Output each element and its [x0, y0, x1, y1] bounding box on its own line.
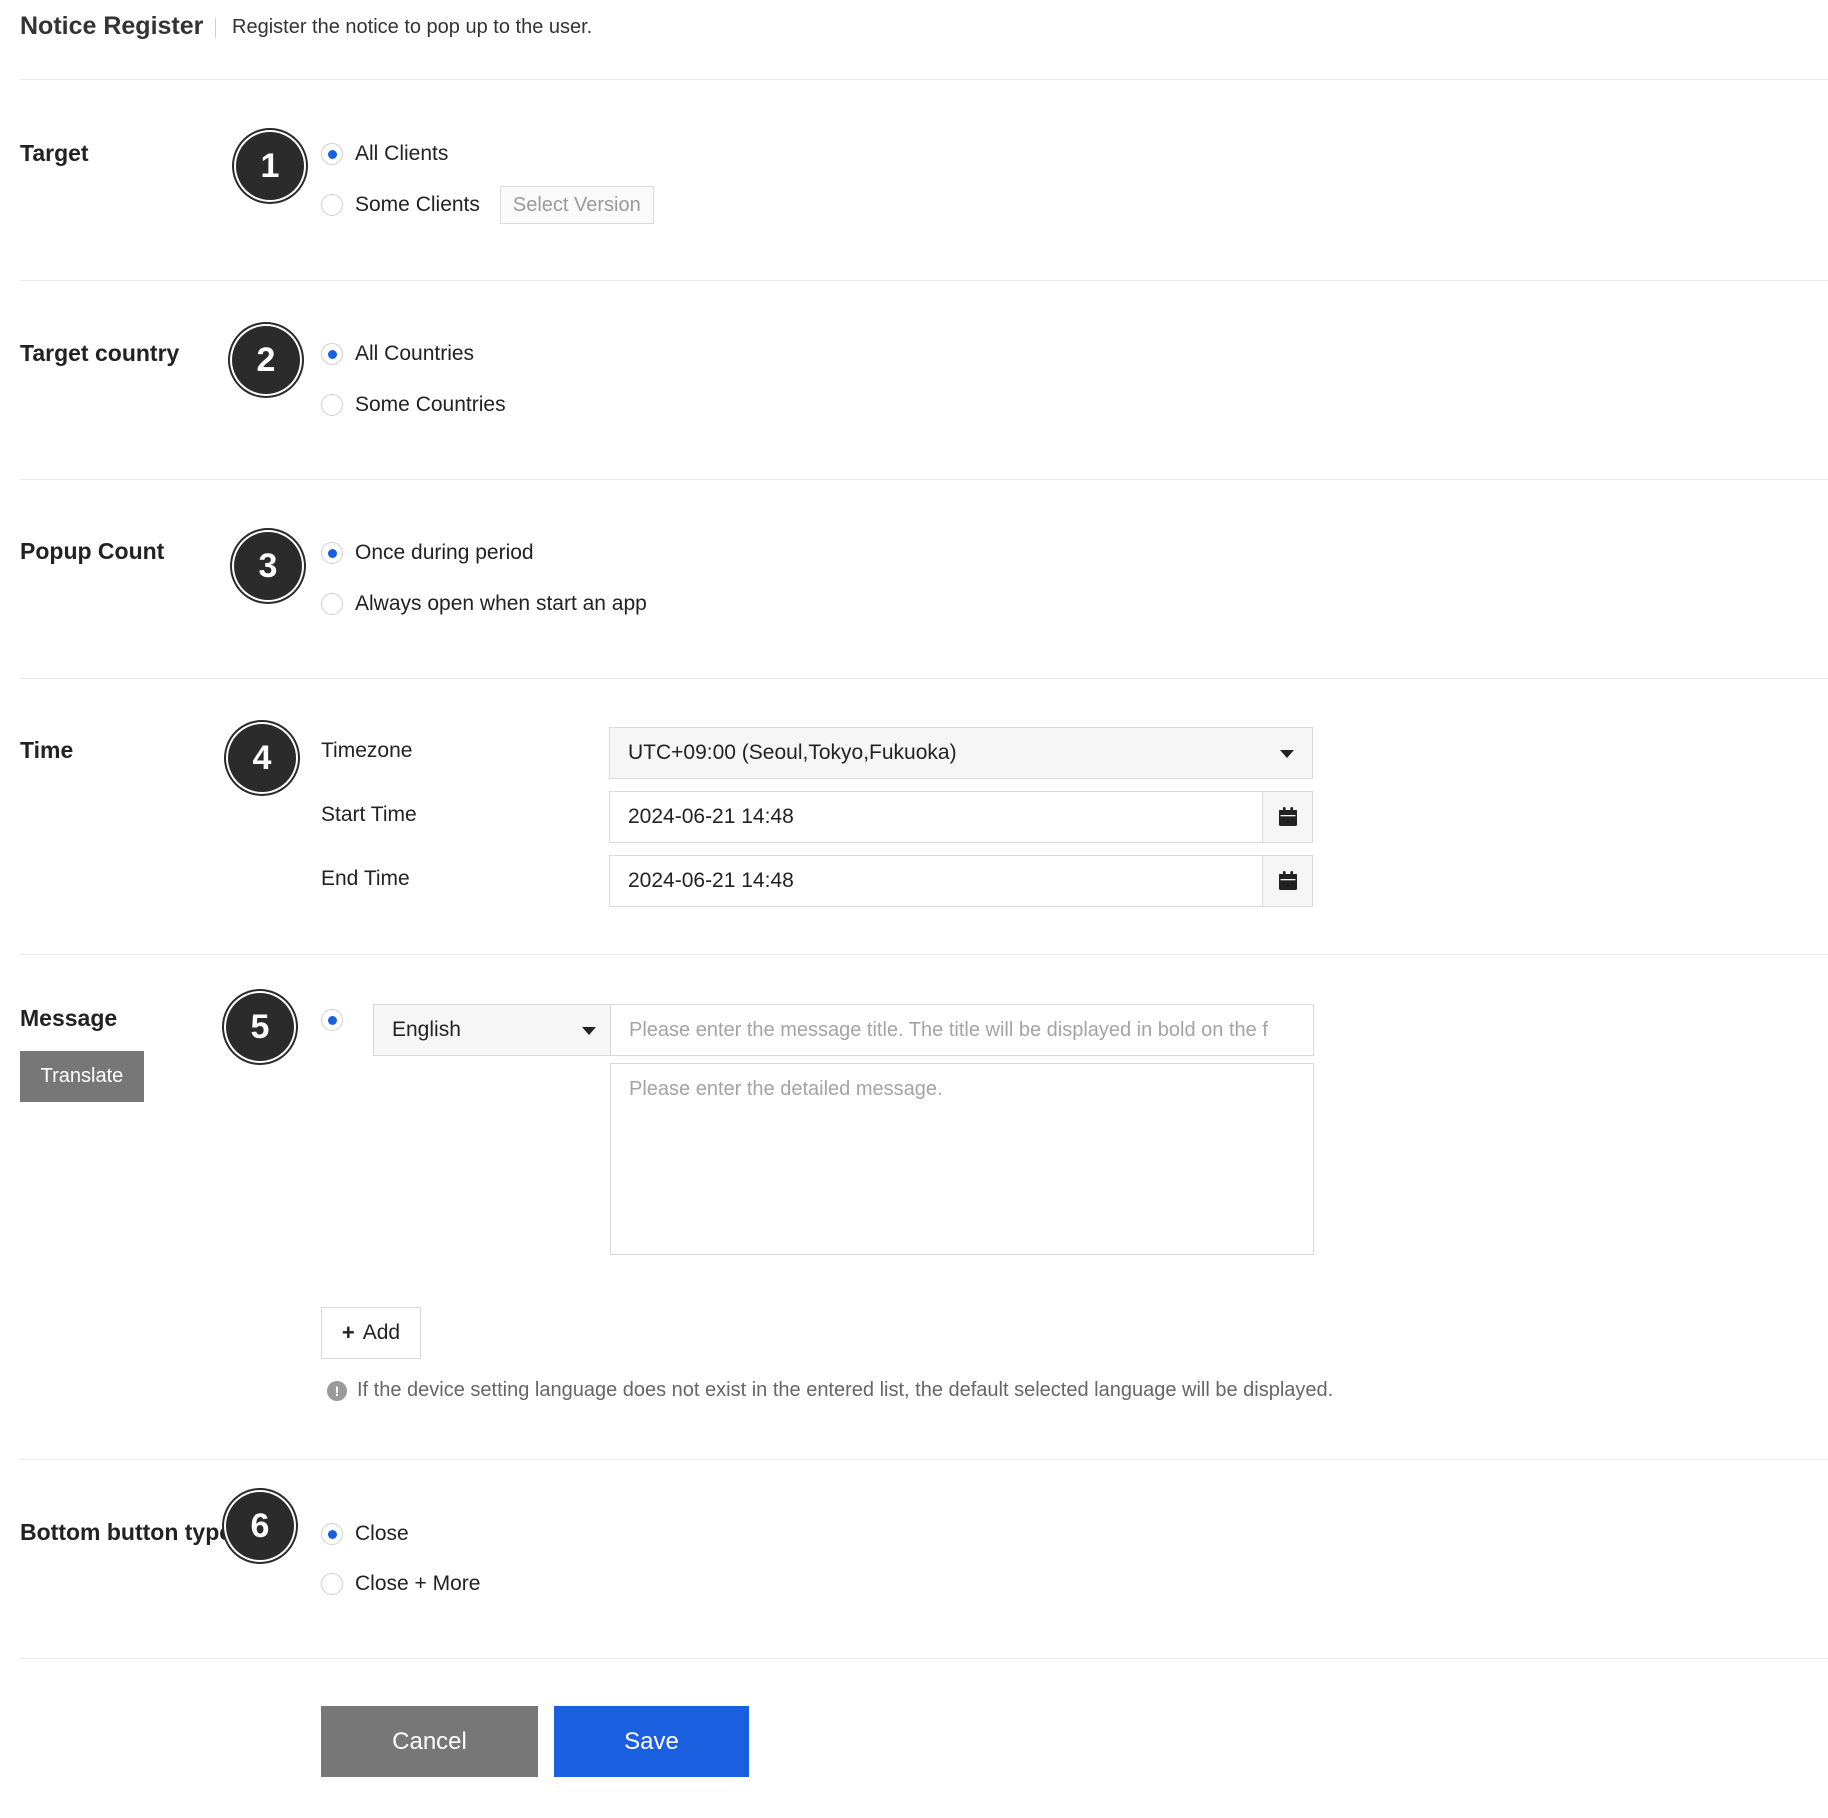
radio-button[interactable]: [321, 143, 343, 165]
radio-label: All Clients: [355, 142, 449, 165]
radio-some-clients[interactable]: Some Clients Select Version: [321, 177, 654, 233]
radio-label: Some Countries: [355, 393, 506, 416]
message-title-input[interactable]: [610, 1004, 1314, 1056]
radio-button[interactable]: [321, 542, 343, 564]
timezone-value: UTC+09:00 (Seoul,Tokyo,Fukuoka): [628, 741, 957, 764]
radio-label: Close + More: [355, 1572, 481, 1595]
radio-all-clients[interactable]: All Clients: [321, 139, 448, 169]
radio-close[interactable]: Close: [321, 1519, 409, 1549]
language-select[interactable]: English: [373, 1004, 613, 1056]
radio-all-countries[interactable]: All Countries: [321, 339, 474, 369]
radio-button[interactable]: [321, 1523, 343, 1545]
message-body-textarea[interactable]: [610, 1063, 1314, 1255]
bottom-button-label: Bottom button type: [20, 1519, 233, 1545]
translate-button[interactable]: Translate: [20, 1051, 144, 1102]
step-badge-2: 2: [232, 326, 300, 394]
add-button-label: Add: [362, 1321, 401, 1344]
step-badge-1: 1: [236, 132, 304, 200]
time-section: Time 4 Timezone UTC+09:00 (Seoul,Tokyo,F…: [20, 679, 1828, 955]
target-section: Target 1 All Clients Some Clients Select…: [20, 80, 1828, 281]
radio-button[interactable]: [321, 1573, 343, 1595]
target-label: Target: [20, 140, 89, 166]
page-subtitle: Register the notice to pop up to the use…: [232, 16, 593, 38]
page-title: Notice Register: [20, 12, 204, 40]
step-badge-3: 3: [234, 532, 302, 600]
start-time-label: Start Time: [321, 803, 417, 826]
info-text: If the device setting language does not …: [357, 1379, 1334, 1401]
start-time-input[interactable]: 2024-06-21 14:48: [609, 791, 1313, 843]
message-section: Message Translate 5 English + Add ! If t…: [20, 955, 1828, 1460]
header-divider: [215, 18, 216, 38]
add-language-button[interactable]: + Add: [321, 1307, 421, 1359]
end-time-value: 2024-06-21 14:48: [628, 869, 794, 892]
message-label: Message: [20, 1005, 118, 1031]
radio-label: Always open when start an app: [355, 592, 647, 615]
radio-label: Some Clients: [355, 193, 480, 216]
plus-icon: +: [341, 1320, 355, 1345]
end-time-calendar-button[interactable]: [1262, 856, 1312, 906]
calendar-icon: [1278, 871, 1297, 890]
radio-once-during-period[interactable]: Once during period: [321, 538, 534, 568]
target-country-label: Target country: [20, 340, 180, 366]
step-badge-6: 6: [226, 1492, 294, 1560]
start-time-calendar-button[interactable]: [1262, 792, 1312, 842]
calendar-icon: [1278, 807, 1297, 826]
end-time-input[interactable]: 2024-06-21 14:48: [609, 855, 1313, 907]
timezone-label: Timezone: [321, 739, 413, 762]
radio-button[interactable]: [321, 394, 343, 416]
radio-label: Once during period: [355, 541, 534, 564]
step-badge-5: 5: [226, 993, 294, 1061]
target-country-section: Target country 2 All Countries Some Coun…: [20, 281, 1828, 480]
end-time-label: End Time: [321, 867, 410, 890]
popup-count-section: Popup Count 3 Once during period Always …: [20, 480, 1828, 679]
time-label: Time: [20, 737, 74, 763]
default-language-radio[interactable]: [321, 1005, 343, 1035]
step-badge-4: 4: [228, 724, 296, 792]
start-time-value: 2024-06-21 14:48: [628, 805, 794, 828]
radio-button[interactable]: [321, 593, 343, 615]
chevron-down-icon: [1280, 750, 1294, 758]
language-info-note: ! If the device setting language does no…: [327, 1379, 1333, 1402]
select-version-button[interactable]: Select Version: [499, 186, 654, 224]
radio-label: All Countries: [355, 342, 475, 365]
timezone-select[interactable]: UTC+09:00 (Seoul,Tokyo,Fukuoka): [609, 727, 1313, 779]
radio-always-open[interactable]: Always open when start an app: [321, 589, 647, 619]
info-icon: !: [327, 1380, 347, 1401]
radio-some-countries[interactable]: Some Countries: [321, 390, 506, 420]
cancel-button[interactable]: Cancel: [321, 1706, 538, 1777]
page-header: Notice Register Register the notice to p…: [20, 0, 1828, 80]
radio-label: Close: [355, 1522, 409, 1545]
save-button[interactable]: Save: [554, 1706, 749, 1777]
chevron-down-icon: [582, 1027, 596, 1035]
radio-button[interactable]: [321, 343, 343, 365]
bottom-button-section: Bottom button type 6 Close Close + More: [20, 1460, 1828, 1659]
radio-button[interactable]: [321, 194, 343, 216]
radio-button[interactable]: [321, 1009, 343, 1031]
radio-close-more[interactable]: Close + More: [321, 1569, 480, 1599]
language-value: English: [392, 1018, 461, 1041]
popup-count-label: Popup Count: [20, 538, 165, 564]
